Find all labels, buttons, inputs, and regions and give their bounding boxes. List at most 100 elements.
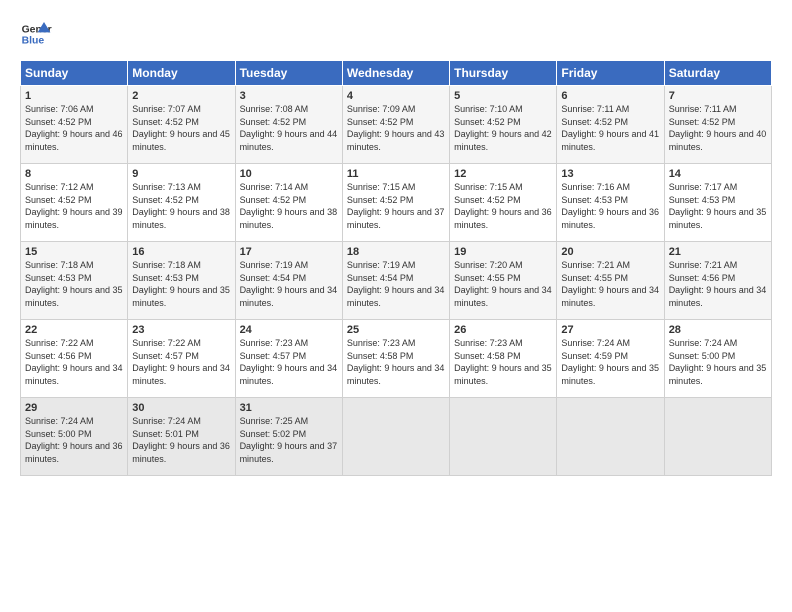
calendar-cell: 3 Sunrise: 7:08 AMSunset: 4:52 PMDaylight… — [235, 86, 342, 164]
day-info: Sunrise: 7:07 AMSunset: 4:52 PMDaylight:… — [132, 104, 230, 152]
calendar-cell: 14Sunrise: 7:17 AMSunset: 4:53 PMDayligh… — [664, 164, 771, 242]
day-info: Sunrise: 7:21 AMSunset: 4:56 PMDaylight:… — [669, 260, 767, 308]
day-info: Sunrise: 7:22 AMSunset: 4:56 PMDaylight:… — [25, 338, 123, 386]
day-number: 3 — [240, 90, 338, 102]
day-info: Sunrise: 7:18 AMSunset: 4:53 PMDaylight:… — [132, 260, 230, 308]
header: General Blue — [20, 18, 772, 50]
day-info: Sunrise: 7:15 AMSunset: 4:52 PMDaylight:… — [454, 182, 552, 230]
calendar-cell: 2 Sunrise: 7:07 AMSunset: 4:52 PMDaylight… — [128, 86, 235, 164]
day-number: 28 — [669, 324, 767, 336]
weekday-header-friday: Friday — [557, 61, 664, 86]
day-info: Sunrise: 7:18 AMSunset: 4:53 PMDaylight:… — [25, 260, 123, 308]
day-number: 25 — [347, 324, 445, 336]
calendar-cell: 6Sunrise: 7:11 AMSunset: 4:52 PMDaylight… — [557, 86, 664, 164]
day-info: Sunrise: 7:25 AMSunset: 5:02 PMDaylight:… — [240, 416, 338, 464]
day-number: 20 — [561, 246, 659, 258]
calendar-cell: 27 Sunrise: 7:24 AMSunset: 4:59 PMDayligh… — [557, 320, 664, 398]
calendar-cell: 8 Sunrise: 7:12 AMSunset: 4:52 PMDaylight… — [21, 164, 128, 242]
calendar-cell: 29 Sunrise: 7:24 AMSunset: 5:00 PMDayligh… — [21, 398, 128, 476]
day-number: 27 — [561, 324, 659, 336]
day-number: 29 — [25, 402, 123, 414]
calendar-cell: 13 Sunrise: 7:16 AMSunset: 4:53 PMDayligh… — [557, 164, 664, 242]
calendar-cell: 7 Sunrise: 7:11 AMSunset: 4:52 PMDaylight… — [664, 86, 771, 164]
calendar-table: SundayMondayTuesdayWednesdayThursdayFrid… — [20, 60, 772, 476]
day-number: 9 — [132, 168, 230, 180]
day-info: Sunrise: 7:24 AMSunset: 5:00 PMDaylight:… — [25, 416, 123, 464]
day-info: Sunrise: 7:06 AMSunset: 4:52 PMDaylight:… — [25, 104, 123, 152]
day-number: 12 — [454, 168, 552, 180]
day-number: 15 — [25, 246, 123, 258]
calendar-cell: 28 Sunrise: 7:24 AMSunset: 5:00 PMDayligh… — [664, 320, 771, 398]
day-number: 23 — [132, 324, 230, 336]
calendar-cell: 11 Sunrise: 7:15 AMSunset: 4:52 PMDayligh… — [342, 164, 449, 242]
day-info: Sunrise: 7:11 AMSunset: 4:52 PMDaylight:… — [669, 104, 767, 152]
calendar-cell: 18 Sunrise: 7:19 AMSunset: 4:54 PMDayligh… — [342, 242, 449, 320]
weekday-header-sunday: Sunday — [21, 61, 128, 86]
day-number: 18 — [347, 246, 445, 258]
calendar-cell: 31 Sunrise: 7:25 AMSunset: 5:02 PMDayligh… — [235, 398, 342, 476]
day-number: 7 — [669, 90, 767, 102]
day-info: Sunrise: 7:24 AMSunset: 4:59 PMDaylight:… — [561, 338, 659, 386]
day-number: 24 — [240, 324, 338, 336]
calendar-cell: 12 Sunrise: 7:15 AMSunset: 4:52 PMDayligh… — [450, 164, 557, 242]
weekday-header-tuesday: Tuesday — [235, 61, 342, 86]
calendar-cell: 9 Sunrise: 7:13 AMSunset: 4:52 PMDaylight… — [128, 164, 235, 242]
day-info: Sunrise: 7:14 AMSunset: 4:52 PMDaylight:… — [240, 182, 338, 230]
day-number: 26 — [454, 324, 552, 336]
calendar-cell: 20 Sunrise: 7:21 AMSunset: 4:55 PMDayligh… — [557, 242, 664, 320]
weekday-header-monday: Monday — [128, 61, 235, 86]
day-info: Sunrise: 7:08 AMSunset: 4:52 PMDaylight:… — [240, 104, 338, 152]
day-info: Sunrise: 7:21 AMSunset: 4:55 PMDaylight:… — [561, 260, 659, 308]
day-number: 13 — [561, 168, 659, 180]
calendar-cell: 17 Sunrise: 7:19 AMSunset: 4:54 PMDayligh… — [235, 242, 342, 320]
day-info: Sunrise: 7:24 AMSunset: 5:00 PMDaylight:… — [669, 338, 767, 386]
day-number: 8 — [25, 168, 123, 180]
calendar-cell: 24Sunrise: 7:23 AMSunset: 4:57 PMDayligh… — [235, 320, 342, 398]
calendar-cell: 25Sunrise: 7:23 AMSunset: 4:58 PMDayligh… — [342, 320, 449, 398]
day-number: 16 — [132, 246, 230, 258]
day-info: Sunrise: 7:19 AMSunset: 4:54 PMDaylight:… — [240, 260, 338, 308]
calendar-cell: 22 Sunrise: 7:22 AMSunset: 4:56 PMDayligh… — [21, 320, 128, 398]
calendar-cell — [557, 398, 664, 476]
calendar-cell: 5 Sunrise: 7:10 AMSunset: 4:52 PMDaylight… — [450, 86, 557, 164]
day-number: 17 — [240, 246, 338, 258]
day-number: 22 — [25, 324, 123, 336]
calendar-cell: 10 Sunrise: 7:14 AMSunset: 4:52 PMDayligh… — [235, 164, 342, 242]
day-info: Sunrise: 7:11 AMSunset: 4:52 PMDaylight:… — [561, 104, 659, 152]
calendar-cell: 26 Sunrise: 7:23 AMSunset: 4:58 PMDayligh… — [450, 320, 557, 398]
day-info: Sunrise: 7:13 AMSunset: 4:52 PMDaylight:… — [132, 182, 230, 230]
page: General Blue SundayMondayTuesdayWednesda… — [0, 0, 792, 612]
day-info: Sunrise: 7:17 AMSunset: 4:53 PMDaylight:… — [669, 182, 767, 230]
calendar-cell: 15 Sunrise: 7:18 AMSunset: 4:53 PMDayligh… — [21, 242, 128, 320]
day-number: 21 — [669, 246, 767, 258]
day-number: 5 — [454, 90, 552, 102]
day-info: Sunrise: 7:19 AMSunset: 4:54 PMDaylight:… — [347, 260, 445, 308]
day-info: Sunrise: 7:20 AMSunset: 4:55 PMDaylight:… — [454, 260, 552, 308]
calendar-cell: 1Sunrise: 7:06 AMSunset: 4:52 PMDaylight… — [21, 86, 128, 164]
weekday-header-saturday: Saturday — [664, 61, 771, 86]
day-info: Sunrise: 7:15 AMSunset: 4:52 PMDaylight:… — [347, 182, 445, 230]
day-info: Sunrise: 7:12 AMSunset: 4:52 PMDaylight:… — [25, 182, 123, 230]
day-info: Sunrise: 7:16 AMSunset: 4:53 PMDaylight:… — [561, 182, 659, 230]
logo: General Blue — [20, 18, 52, 50]
day-info: Sunrise: 7:23 AMSunset: 4:58 PMDaylight:… — [454, 338, 552, 386]
day-number: 31 — [240, 402, 338, 414]
calendar-cell: 16 Sunrise: 7:18 AMSunset: 4:53 PMDayligh… — [128, 242, 235, 320]
calendar-cell — [450, 398, 557, 476]
calendar-cell: 21 Sunrise: 7:21 AMSunset: 4:56 PMDayligh… — [664, 242, 771, 320]
calendar-cell: 23 Sunrise: 7:22 AMSunset: 4:57 PMDayligh… — [128, 320, 235, 398]
calendar-cell — [664, 398, 771, 476]
day-info: Sunrise: 7:10 AMSunset: 4:52 PMDaylight:… — [454, 104, 552, 152]
logo-icon: General Blue — [20, 18, 52, 50]
weekday-header-thursday: Thursday — [450, 61, 557, 86]
day-number: 11 — [347, 168, 445, 180]
svg-text:Blue: Blue — [22, 36, 45, 47]
day-number: 2 — [132, 90, 230, 102]
day-info: Sunrise: 7:09 AMSunset: 4:52 PMDaylight:… — [347, 104, 445, 152]
calendar-cell: 4Sunrise: 7:09 AMSunset: 4:52 PMDaylight… — [342, 86, 449, 164]
day-number: 10 — [240, 168, 338, 180]
calendar-cell — [342, 398, 449, 476]
day-number: 19 — [454, 246, 552, 258]
calendar-cell: 19 Sunrise: 7:20 AMSunset: 4:55 PMDayligh… — [450, 242, 557, 320]
day-info: Sunrise: 7:22 AMSunset: 4:57 PMDaylight:… — [132, 338, 230, 386]
